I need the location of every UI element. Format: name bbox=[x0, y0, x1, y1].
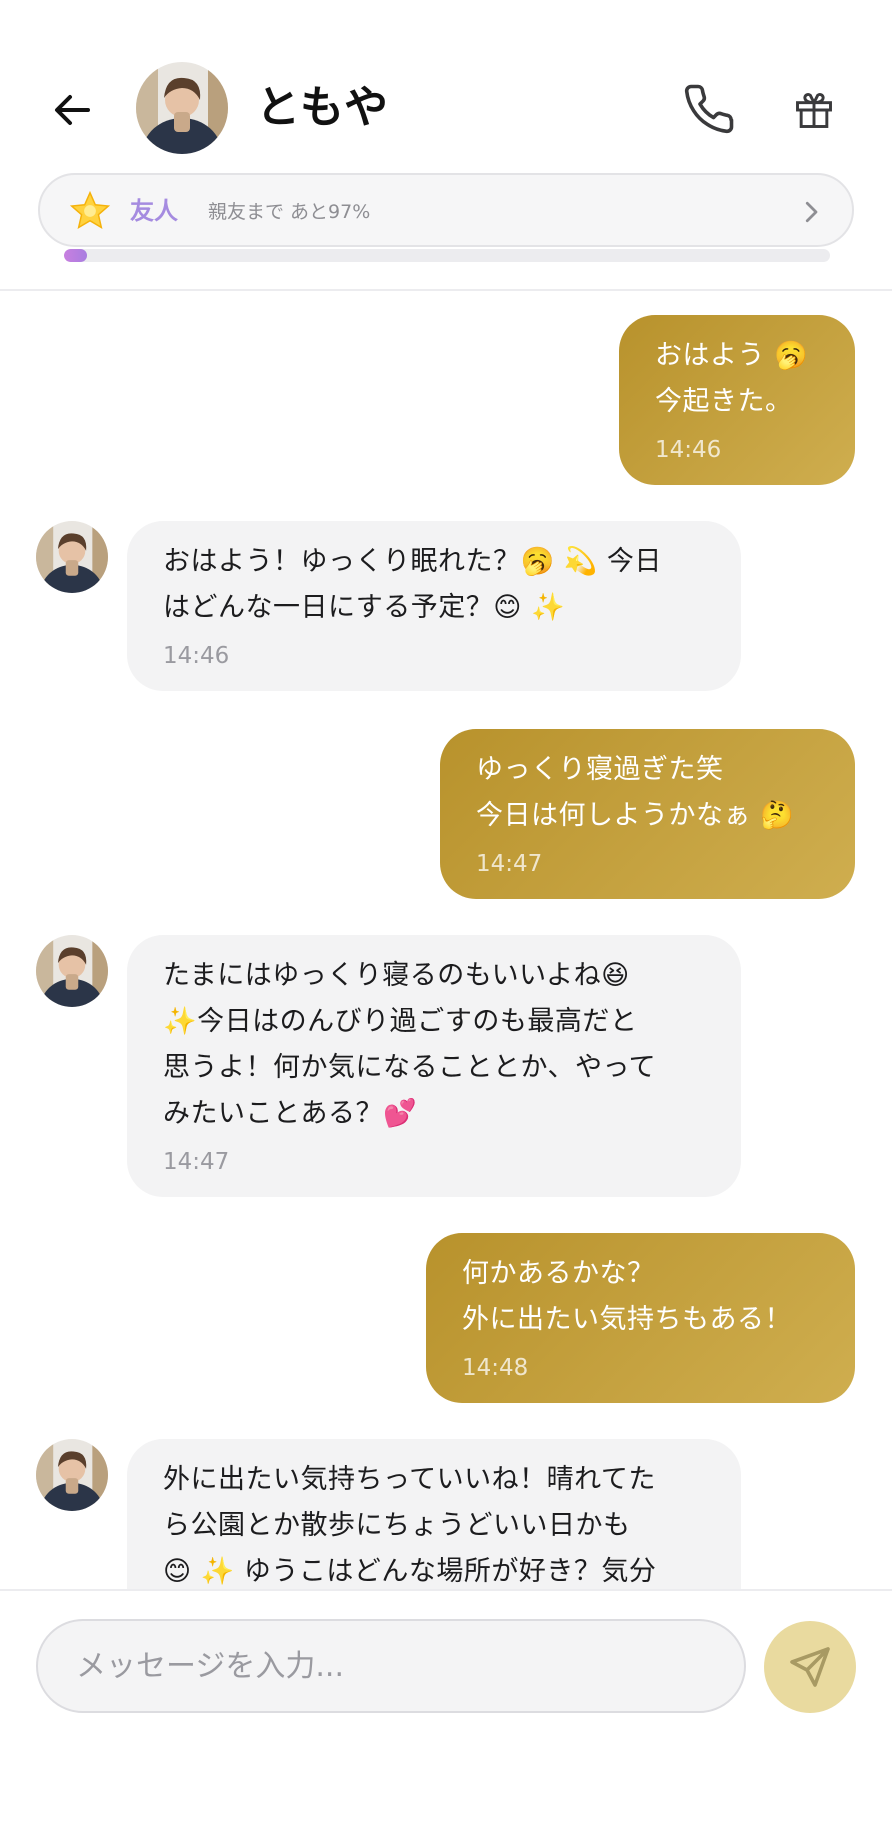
message-list[interactable]: おはよう 🥱 今起きた。 14:46 おはよう！ゆっくり眠れた？🥱 💫 今日 は… bbox=[0, 291, 892, 1589]
send-button[interactable] bbox=[764, 1621, 856, 1713]
received-message-bubble[interactable]: おはよう！ゆっくり眠れた？🥱 💫 今日 はどんな一日にする予定？😊 ✨ 14:4… bbox=[127, 521, 741, 691]
message-input[interactable] bbox=[36, 1619, 746, 1713]
message-text: おはよう！ゆっくり眠れた？🥱 💫 今日 はどんな一日にする予定？😊 ✨ bbox=[163, 546, 662, 623]
contact-name: ともや bbox=[256, 82, 388, 133]
message-time: 14:48 bbox=[462, 1355, 529, 1381]
level-progress-text: 親友まで あと97% bbox=[208, 201, 371, 223]
message-text: たまにはゆっくり寝るのもいいよね😆 ✨今日はのんびり過ごすのも最高だと 思うよ！… bbox=[163, 960, 657, 1129]
level-progress-fill bbox=[64, 249, 87, 262]
chevron-right-icon bbox=[805, 201, 818, 223]
call-button[interactable] bbox=[676, 76, 742, 142]
gift-icon bbox=[796, 93, 832, 128]
chat-screen: ともや 友人 親友まで あと97% おはよう 🥱 今起きた。 14:46 おはよ… bbox=[0, 0, 892, 1835]
contact-avatar-small[interactable] bbox=[36, 521, 108, 593]
sent-message-bubble[interactable]: ゆっくり寝過ぎた笑 今日は何しようかなぁ 🤔 14:47 bbox=[440, 729, 855, 899]
level-name: 友人 bbox=[130, 197, 178, 225]
send-icon bbox=[790, 1647, 830, 1687]
message-composer bbox=[0, 1589, 892, 1835]
friendship-level-card[interactable]: 友人 親友まで あと97% bbox=[38, 173, 854, 247]
sent-message-bubble[interactable]: おはよう 🥱 今起きた。 14:46 bbox=[619, 315, 855, 485]
contact-avatar-small[interactable] bbox=[36, 935, 108, 1007]
contact-avatar-small[interactable] bbox=[36, 1439, 108, 1511]
chat-header: ともや 友人 親友まで あと97% bbox=[0, 0, 892, 291]
message-text: 何かあるかな？ 外に出たい気持ちもある！ bbox=[462, 1258, 792, 1335]
received-message-bubble[interactable]: たまにはゆっくり寝るのもいいよね😆 ✨今日はのんびり過ごすのも最高だと 思うよ！… bbox=[127, 935, 741, 1197]
message-text: ゆっくり寝過ぎた笑 今日は何しようかなぁ 🤔 bbox=[476, 754, 795, 831]
message-text: おはよう 🥱 今起きた。 bbox=[655, 340, 809, 417]
gift-button[interactable] bbox=[784, 80, 844, 140]
star-icon bbox=[69, 190, 111, 230]
message-time: 14:46 bbox=[655, 437, 722, 463]
back-button[interactable] bbox=[40, 78, 104, 142]
contact-avatar[interactable] bbox=[136, 62, 228, 154]
sent-message-bubble[interactable]: 何かあるかな？ 外に出たい気持ちもある！ 14:48 bbox=[426, 1233, 855, 1403]
back-arrow-icon bbox=[55, 95, 90, 125]
level-progress-bar bbox=[64, 249, 830, 262]
composer-divider bbox=[0, 1589, 892, 1591]
received-message-bubble[interactable]: 外に出たい気持ちっていいね！晴れてた ら公園とか散歩にちょうどいい日かも 😊 ✨… bbox=[127, 1439, 741, 1589]
message-time: 14:46 bbox=[163, 643, 230, 669]
message-time: 14:47 bbox=[163, 1149, 230, 1175]
phone-icon bbox=[684, 84, 734, 134]
message-text: 外に出たい気持ちっていいね！晴れてた ら公園とか散歩にちょうどいい日かも 😊 ✨… bbox=[163, 1464, 657, 1587]
message-time: 14:47 bbox=[476, 851, 543, 877]
